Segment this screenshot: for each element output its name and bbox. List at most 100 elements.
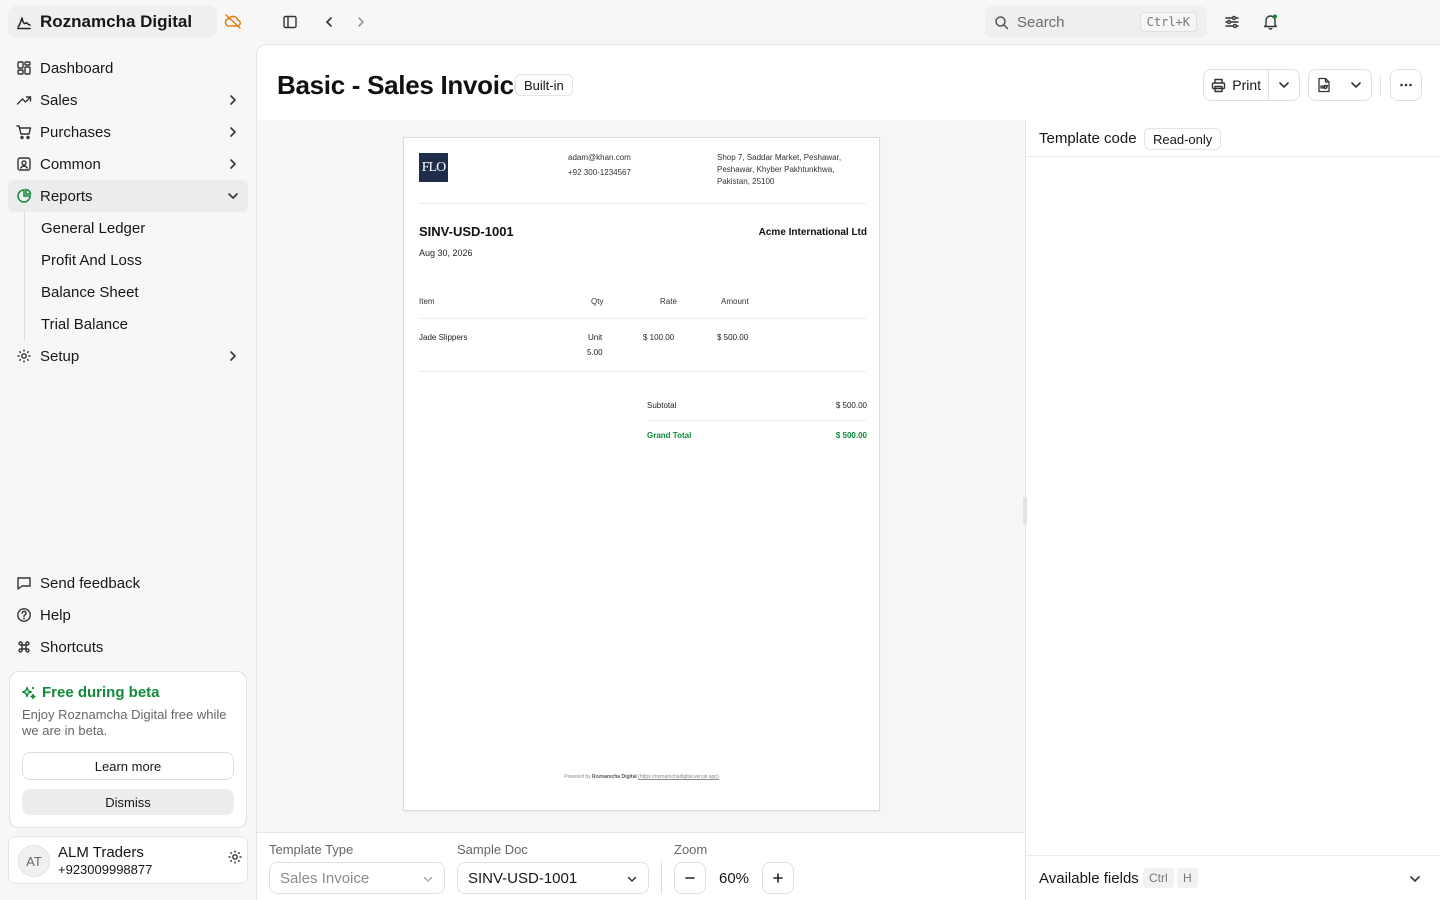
nav-label: Send feedback [40, 574, 141, 592]
zoom-out-button[interactable] [674, 862, 706, 894]
column-header-qty: Qty [591, 297, 604, 306]
pdf-options-dropdown[interactable] [1341, 70, 1372, 100]
grand-total-label: Grand Total [647, 431, 692, 440]
message-icon [16, 575, 32, 591]
powered-by-link[interactable]: (https://roznamchadigital.vercel.app) [638, 774, 719, 780]
zoom-in-button[interactable] [762, 862, 794, 894]
sidebar-item-setup[interactable]: Setup [8, 340, 248, 372]
learn-more-button[interactable]: Learn more [22, 752, 234, 780]
divider [419, 203, 866, 204]
divider [419, 318, 866, 319]
sample-doc-select[interactable]: SINV-USD-1001 [457, 862, 649, 894]
chevron-down-icon [1349, 78, 1363, 92]
help-link[interactable]: Help [8, 599, 248, 631]
read-only-badge: Read-only [1144, 128, 1222, 150]
account-card[interactable]: AT ALM Traders +923009998877 [8, 836, 248, 884]
company-email: adam@khan.com [568, 153, 631, 162]
print-label: Print [1232, 77, 1262, 93]
shortcut-key-h: H [1177, 868, 1198, 888]
signature-icon [16, 14, 32, 30]
more-options-button[interactable] [1390, 69, 1422, 101]
beta-title: Free during beta [22, 684, 234, 701]
dismiss-button[interactable]: Dismiss [22, 789, 234, 815]
beta-title-text: Free during beta [42, 684, 160, 701]
print-options-dropdown[interactable] [1269, 70, 1299, 100]
chevron-right-icon [226, 157, 240, 171]
beta-description: Enjoy Roznamcha Digital free while we ar… [22, 707, 227, 738]
nav-label: Help [40, 606, 71, 624]
cloud-off-icon[interactable] [224, 12, 242, 30]
page-title: Basic - Sales Invoice [277, 70, 528, 100]
subtotal-label: Subtotal [647, 401, 677, 410]
pdf-button-group [1308, 69, 1372, 101]
sidebar-item-trial-balance[interactable]: Trial Balance [25, 308, 248, 340]
send-feedback-link[interactable]: Send feedback [8, 567, 248, 599]
sidebar-toggle-icon[interactable] [282, 14, 298, 30]
sliders-icon[interactable] [1224, 14, 1240, 30]
powered-by-prefix: Powered by [564, 774, 591, 780]
toolbar-separator [1380, 75, 1381, 95]
divider [419, 371, 866, 372]
sparkles-icon [22, 686, 36, 700]
sidebar-item-label: Setup [40, 347, 80, 365]
sidebar-item-dashboard[interactable]: Dashboard [8, 52, 248, 84]
shortcuts-link[interactable]: Shortcuts [8, 631, 248, 663]
invoice-preview: FLO adam@khan.com +92 300-1234567 Shop 7… [403, 137, 880, 811]
invoice-date: Aug 30, 2026 [419, 248, 473, 258]
chevron-down-icon [1277, 78, 1291, 92]
company-address-line-1: Shop 7, Saddar Market, Peshawar, [717, 153, 842, 162]
secondary-nav: Send feedback Help Shortcuts [8, 567, 248, 663]
pdf-button[interactable] [1309, 70, 1340, 100]
controls-separator [661, 862, 662, 894]
powered-by-footer: Powered by Roznamcha Digital (https://ro… [404, 774, 879, 780]
cart-icon [16, 124, 32, 140]
column-header-amount: Amount [721, 297, 749, 306]
company-address-line-2: Peshawar, Khyber Pakhtunkhwa, [717, 165, 835, 174]
back-arrow-icon[interactable] [322, 15, 336, 29]
template-type-label: Template Type [269, 842, 354, 857]
beta-card: Free during beta Enjoy Roznamcha Digital… [9, 671, 247, 828]
settings-gear-icon[interactable] [227, 849, 243, 865]
sidebar-item-sales[interactable]: Sales [8, 84, 248, 116]
search-placeholder: Search [1017, 13, 1065, 31]
sidebar: Roznamcha Digital Dashboard Sales Purcha… [0, 0, 256, 900]
zoom-value: 60% [718, 870, 750, 887]
column-header-rate: Rate [660, 297, 677, 306]
sidebar-item-purchases[interactable]: Purchases [8, 116, 248, 148]
template-code-editor[interactable] [1026, 157, 1440, 855]
sidebar-item-label: Common [40, 155, 101, 173]
forward-arrow-icon[interactable] [354, 15, 368, 29]
company-logo: FLO [419, 153, 448, 182]
pie-chart-icon [16, 188, 32, 204]
divider [647, 420, 866, 421]
print-button[interactable]: Print [1204, 70, 1268, 100]
chevron-down-icon[interactable] [1408, 872, 1422, 886]
dashboard-icon [16, 60, 32, 76]
plus-icon [772, 872, 784, 884]
row-qty: 5.00 [587, 348, 603, 357]
chevron-down-icon [422, 873, 434, 885]
invoice-number: SINV-USD-1001 [419, 224, 514, 239]
sample-doc-value: SINV-USD-1001 [468, 869, 578, 887]
gear-icon [16, 348, 32, 364]
sidebar-item-common[interactable]: Common [8, 148, 248, 180]
search-input[interactable]: Search Ctrl+K [985, 6, 1207, 38]
bell-icon[interactable] [1262, 13, 1279, 30]
sidebar-item-general-ledger[interactable]: General Ledger [25, 212, 248, 244]
available-fields-bar[interactable]: Available fields Ctrl H [1026, 855, 1440, 900]
row-rate: $ 100.00 [643, 333, 675, 342]
sidebar-item-reports[interactable]: Reports [8, 180, 248, 212]
row-item: Jade Slippers [419, 333, 468, 342]
available-fields-title: Available fields [1039, 870, 1139, 887]
printer-icon [1211, 78, 1226, 93]
workspace-switcher[interactable]: Roznamcha Digital [8, 6, 217, 38]
trending-up-icon [16, 92, 32, 108]
sidebar-item-profit-and-loss[interactable]: Profit And Loss [25, 244, 248, 276]
template-type-select[interactable]: Sales Invoice [269, 862, 445, 894]
nav-label: Shortcuts [40, 638, 104, 656]
customer-name: Acme International Ltd [758, 227, 867, 238]
sidebar-item-balance-sheet[interactable]: Balance Sheet [25, 276, 248, 308]
subtotal-value: $ 500.00 [835, 401, 867, 410]
grand-total-value: $ 500.00 [835, 431, 867, 440]
template-code-header: Template code Read-only [1026, 120, 1440, 157]
